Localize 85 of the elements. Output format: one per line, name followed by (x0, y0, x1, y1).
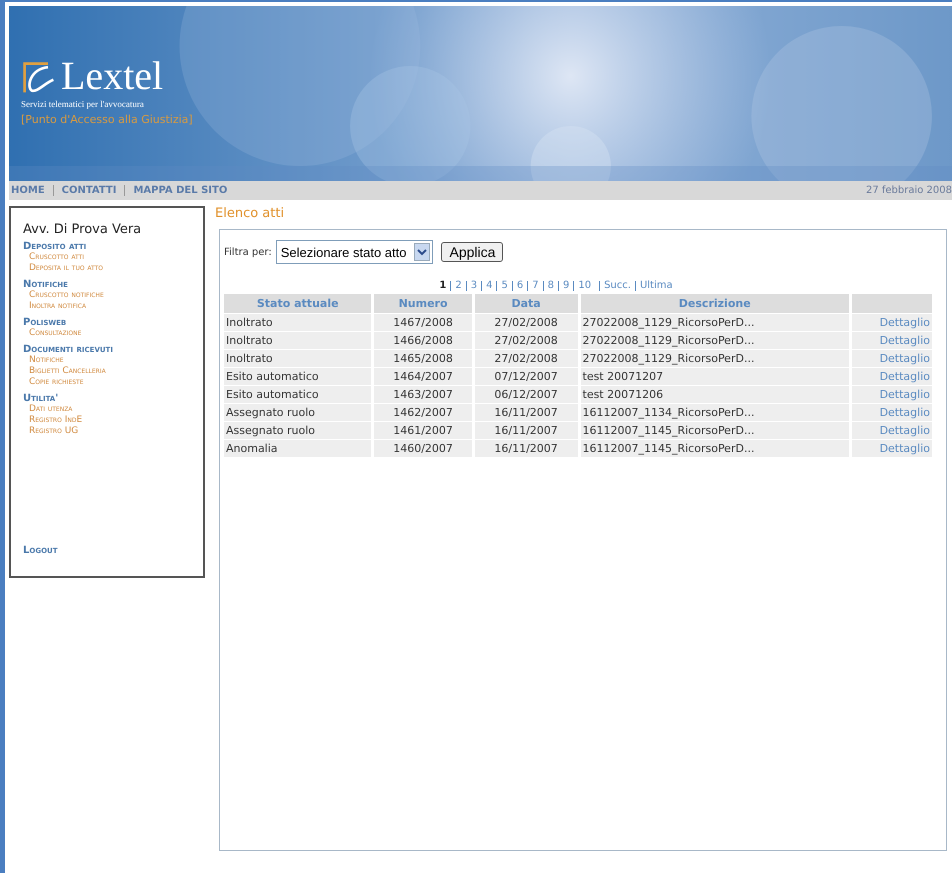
section-title: Utilita' (23, 393, 60, 404)
table-cell: 27/02/2008 (474, 314, 578, 331)
menu-link[interactable]: Consultazione (23, 328, 193, 339)
page-link[interactable]: 5 (501, 280, 508, 291)
nav-link[interactable]: MAPPA DEL SITO (133, 185, 228, 196)
table-cell: 06/12/2007 (474, 386, 578, 403)
menu-link[interactable]: Notifiche (23, 355, 193, 366)
table-cell: test 20071207 (580, 368, 849, 385)
table-cell: Inoltrato (224, 332, 372, 349)
menu-link[interactable]: Cruscotto notifiche (23, 290, 193, 301)
section-title: Documenti ricevuti (23, 344, 114, 355)
nav-link[interactable]: HOME (11, 185, 45, 196)
menu-link[interactable]: Cruscotto atti (23, 252, 193, 263)
table-cell: 1460/2007 (374, 440, 472, 457)
detail-link[interactable]: Dettaglio (852, 440, 932, 457)
date-text: 27 febbraio 2008 (866, 185, 952, 196)
table-cell: 16112007_1145_RicorsoPerD... (580, 440, 849, 457)
table-cell: 16112007_1145_RicorsoPerD... (580, 422, 849, 439)
detail-link[interactable]: Dettaglio (852, 386, 932, 403)
table-cell: Inoltrato (224, 350, 372, 367)
page-link[interactable]: 10 (578, 280, 592, 291)
page-link[interactable]: 1 (439, 280, 446, 291)
section-title: Notifiche (23, 279, 69, 290)
page-link[interactable]: 9 (562, 280, 570, 291)
section-title: Polisweb (23, 317, 68, 328)
menu-link[interactable]: Deposita il tuo atto (23, 263, 193, 274)
table-cell: 1467/2008 (374, 314, 472, 331)
table-cell: 1461/2007 (374, 422, 472, 439)
table-cell: 1466/2008 (374, 332, 472, 349)
menu-link[interactable]: Biglietti Cancelleria (23, 366, 193, 377)
menu-link[interactable]: Copie richieste (23, 377, 193, 388)
detail-link[interactable]: Dettaglio (852, 314, 932, 331)
page-link[interactable]: 2 (455, 280, 462, 291)
subtitle: [Punto d'Accesso alla Giustizia] (21, 113, 194, 126)
detail-link[interactable]: Dettaglio (852, 404, 932, 421)
menu-link[interactable]: Registro UG (23, 426, 193, 437)
table-cell: Esito automatico (224, 386, 372, 403)
logo-text: Lextel (61, 56, 164, 96)
page-link[interactable]: 3 (470, 280, 478, 291)
menu-link[interactable]: Registro IndE (23, 415, 193, 426)
table-cell: 16/11/2007 (474, 422, 578, 439)
table-cell: Esito automatico (224, 368, 372, 385)
page-title: Elenco atti (215, 206, 286, 221)
tagline: Servizi telematici per l'avvocatura (21, 99, 145, 109)
user-name: Avv. Di Prova Vera (23, 222, 142, 237)
table-cell: 16/11/2007 (474, 440, 578, 457)
detail-link[interactable]: Dettaglio (852, 332, 932, 349)
table-cell: 27/02/2008 (474, 332, 578, 349)
column-header[interactable]: Descrizione (580, 294, 849, 313)
nav-link[interactable]: CONTATTI (62, 185, 116, 196)
filter-label: Filtra per: (224, 246, 272, 258)
logout-link[interactable]: Logout (23, 545, 193, 556)
table-cell: 27/02/2008 (474, 350, 578, 367)
menu-link[interactable]: Inoltra notifica (23, 301, 193, 312)
table-cell: Assegnato ruolo (224, 422, 372, 439)
table-cell: 27022008_1129_RicorsoPerD... (580, 314, 849, 331)
table-cell: 16112007_1134_RicorsoPerD... (580, 404, 849, 421)
detail-link[interactable]: Dettaglio (852, 422, 932, 439)
column-header[interactable]: Numero (374, 294, 472, 313)
menu-link[interactable]: Dati utenza (23, 404, 193, 415)
page-link[interactable]: 8 (548, 280, 554, 291)
column-header[interactable]: Stato attuale (224, 294, 372, 313)
table-cell: 1462/2007 (374, 404, 472, 421)
page-link[interactable]: 6 (516, 280, 524, 291)
page-link[interactable]: 7 (532, 280, 539, 291)
column-header[interactable]: Data (474, 294, 578, 313)
table-cell: 1463/2007 (374, 386, 472, 403)
table-cell: 16/11/2007 (474, 404, 578, 421)
section-title: Deposito atti (23, 241, 88, 252)
table-cell: Anomalia (224, 440, 372, 457)
table-cell: test 20071206 (580, 386, 849, 403)
page-link[interactable]: 4 (486, 280, 492, 291)
table-cell: 1465/2008 (374, 350, 472, 367)
apply-button[interactable]: Applica (441, 242, 504, 262)
table-cell: Assegnato ruolo (224, 404, 372, 421)
status-dropdown[interactable]: Selezionare stato atto (276, 240, 434, 264)
detail-link[interactable]: Dettaglio (852, 368, 932, 385)
table-cell: 1464/2007 (374, 368, 472, 385)
table-cell: 07/12/2007 (474, 368, 578, 385)
last-link[interactable]: Ultima (640, 280, 673, 291)
detail-link[interactable]: Dettaglio (852, 350, 932, 367)
table-cell: 27022008_1129_RicorsoPerD... (580, 332, 849, 349)
table-cell: 27022008_1129_RicorsoPerD... (580, 350, 849, 367)
table-cell: Inoltrato (224, 314, 372, 331)
next-link[interactable]: Succ. (604, 280, 631, 291)
